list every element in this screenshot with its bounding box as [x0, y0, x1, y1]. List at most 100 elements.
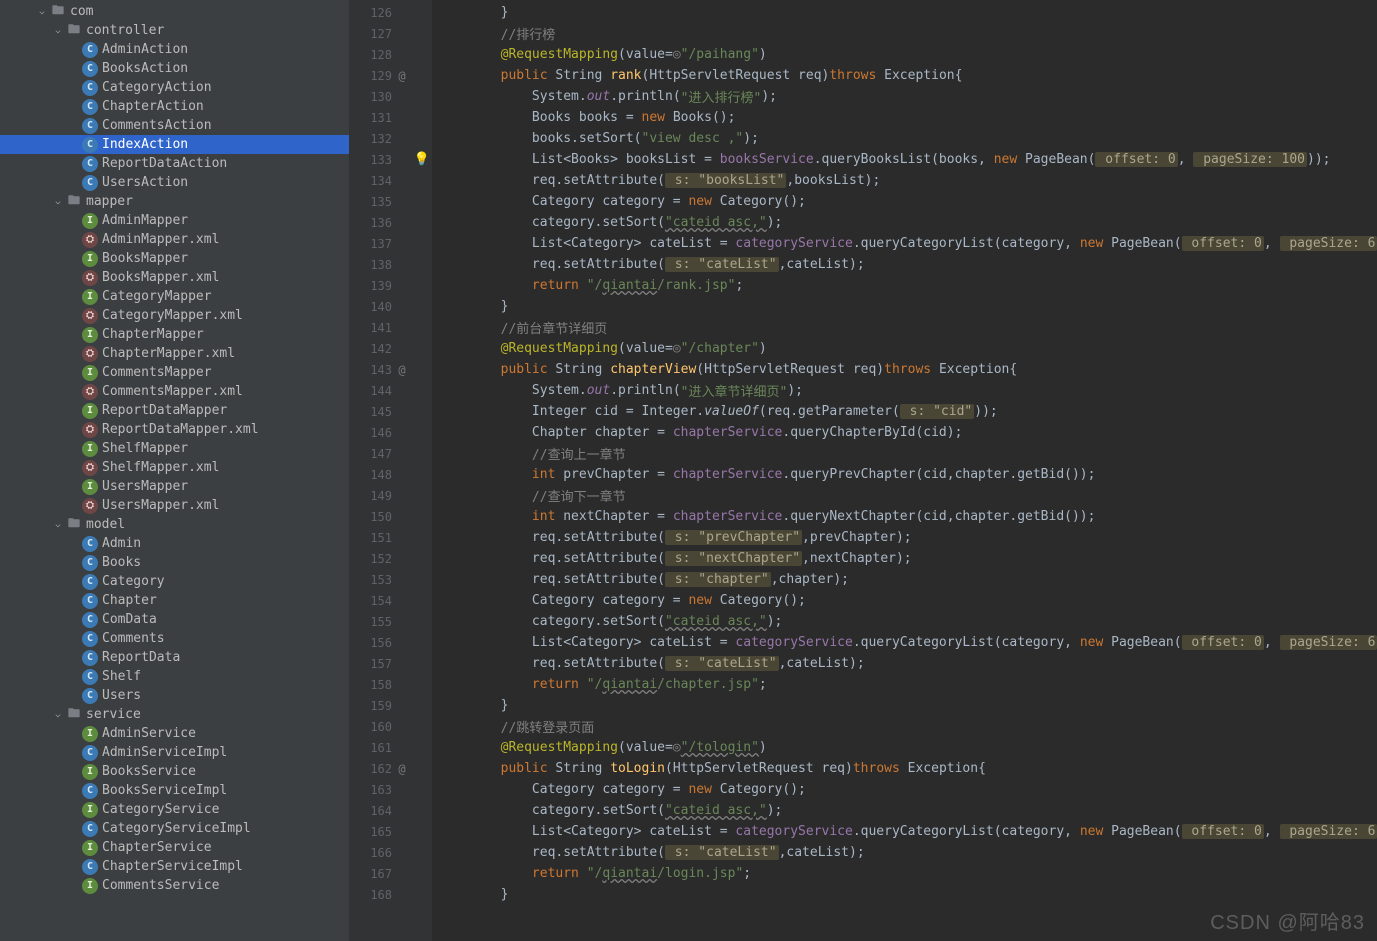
- code-line[interactable]: req.setAttribute( s: "cateList",cateList…: [432, 254, 1377, 275]
- code-line[interactable]: category.setSort("cateid asc,");: [432, 212, 1377, 233]
- code-line[interactable]: Chapter chapter = chapterService.queryCh…: [432, 422, 1377, 443]
- code-line[interactable]: req.setAttribute( s: "nextChapter",nextC…: [432, 548, 1377, 569]
- chevron-down-icon[interactable]: ⌵: [36, 7, 48, 17]
- code-line[interactable]: }: [432, 296, 1377, 317]
- tree-item-adminmapper-xml[interactable]: ›⛭AdminMapper.xml: [0, 230, 349, 249]
- code-line[interactable]: System.out.println("进入章节详细页");: [432, 380, 1377, 401]
- tree-item-indexaction[interactable]: ›CIndexAction: [0, 135, 349, 154]
- tree-item-books[interactable]: ›CBooks: [0, 553, 349, 572]
- code-line[interactable]: public String chapterView(HttpServletReq…: [432, 359, 1377, 380]
- tree-item-admin[interactable]: ›CAdmin: [0, 534, 349, 553]
- tree-item-commentsmapper[interactable]: ›ICommentsMapper: [0, 363, 349, 382]
- tree-item-reportdataaction[interactable]: ›CReportDataAction: [0, 154, 349, 173]
- code-line[interactable]: return "/qiantai/chapter.jsp";: [432, 674, 1377, 695]
- code-line[interactable]: category.setSort("cateid asc,");: [432, 611, 1377, 632]
- tree-item-chaptermapper-xml[interactable]: ›⛭ChapterMapper.xml: [0, 344, 349, 363]
- tree-item-shelf[interactable]: ›CShelf: [0, 667, 349, 686]
- code-line[interactable]: List<Category> cateList = categoryServic…: [432, 632, 1377, 653]
- tree-item-users[interactable]: ›CUsers: [0, 686, 349, 705]
- tree-item-chapter[interactable]: ›CChapter: [0, 591, 349, 610]
- code-line[interactable]: req.setAttribute( s: "booksList",booksLi…: [432, 170, 1377, 191]
- tree-item-com[interactable]: ⌵🖿com: [0, 2, 349, 21]
- tree-item-adminservice[interactable]: ›IAdminService: [0, 724, 349, 743]
- gutter-override-marker[interactable]: @: [392, 69, 412, 83]
- code-editor[interactable]: 126127128129@130131132133💡13413513613713…: [350, 0, 1377, 941]
- tree-item-booksmapper[interactable]: ›IBooksMapper: [0, 249, 349, 268]
- code-line[interactable]: Integer cid = Integer.valueOf(req.getPar…: [432, 401, 1377, 422]
- code-line[interactable]: List<Category> cateList = categoryServic…: [432, 233, 1377, 254]
- tree-item-shelfmapper-xml[interactable]: ›⛭ShelfMapper.xml: [0, 458, 349, 477]
- tree-item-reportdatamapper[interactable]: ›IReportDataMapper: [0, 401, 349, 420]
- tree-item-commentsaction[interactable]: ›CCommentsAction: [0, 116, 349, 135]
- tree-item-commentsservice[interactable]: ›ICommentsService: [0, 876, 349, 895]
- code-line[interactable]: List<Category> cateList = categoryServic…: [432, 821, 1377, 842]
- code-line[interactable]: Category category = new Category();: [432, 191, 1377, 212]
- code-line[interactable]: req.setAttribute( s: "cateList",cateList…: [432, 842, 1377, 863]
- code-line[interactable]: List<Books> booksList = booksService.que…: [432, 149, 1377, 170]
- tree-item-adminmapper[interactable]: ›IAdminMapper: [0, 211, 349, 230]
- tree-item-mapper[interactable]: ⌵🖿mapper: [0, 192, 349, 211]
- tree-item-booksserviceimpl[interactable]: ›CBooksServiceImpl: [0, 781, 349, 800]
- code-line[interactable]: //排行榜: [432, 23, 1377, 44]
- code-line[interactable]: req.setAttribute( s: "prevChapter",prevC…: [432, 527, 1377, 548]
- chevron-down-icon[interactable]: ⌵: [52, 197, 64, 207]
- code-line[interactable]: return "/qiantai/login.jsp";: [432, 863, 1377, 884]
- lightbulb-icon[interactable]: 💡: [412, 152, 432, 167]
- gutter-override-marker[interactable]: @: [392, 363, 412, 377]
- tree-item-adminserviceimpl[interactable]: ›CAdminServiceImpl: [0, 743, 349, 762]
- tree-item-model[interactable]: ⌵🖿model: [0, 515, 349, 534]
- tree-item-service[interactable]: ⌵🖿service: [0, 705, 349, 724]
- code-line[interactable]: }: [432, 884, 1377, 905]
- tree-item-adminaction[interactable]: ›CAdminAction: [0, 40, 349, 59]
- tree-item-usersaction[interactable]: ›CUsersAction: [0, 173, 349, 192]
- tree-item-chapterservice[interactable]: ›IChapterService: [0, 838, 349, 857]
- code-line[interactable]: //跳转登录页面: [432, 716, 1377, 737]
- code-line[interactable]: @RequestMapping(value=◎"/tologin"): [432, 737, 1377, 758]
- tree-item-reportdata[interactable]: ›CReportData: [0, 648, 349, 667]
- code-line[interactable]: //查询下一章节: [432, 485, 1377, 506]
- tree-item-categoryserviceimpl[interactable]: ›CCategoryServiceImpl: [0, 819, 349, 838]
- code-line[interactable]: req.setAttribute( s: "chapter",chapter);: [432, 569, 1377, 590]
- code-line[interactable]: //查询上一章节: [432, 443, 1377, 464]
- tree-item-chapteraction[interactable]: ›CChapterAction: [0, 97, 349, 116]
- code-line[interactable]: }: [432, 695, 1377, 716]
- code-line[interactable]: public String toLogin(HttpServletRequest…: [432, 758, 1377, 779]
- code-line[interactable]: Category category = new Category();: [432, 590, 1377, 611]
- code-area[interactable]: } //排行榜 @RequestMapping(value=◎"/paihang…: [432, 0, 1377, 941]
- code-line[interactable]: category.setSort("cateid asc,");: [432, 800, 1377, 821]
- code-line[interactable]: System.out.println("进入排行榜");: [432, 86, 1377, 107]
- code-line[interactable]: Category category = new Category();: [432, 779, 1377, 800]
- tree-item-reportdatamapper-xml[interactable]: ›⛭ReportDataMapper.xml: [0, 420, 349, 439]
- tree-item-comdata[interactable]: ›CComData: [0, 610, 349, 629]
- project-tree[interactable]: ⌵🖿com⌵🖿controller›CAdminAction›CBooksAct…: [0, 0, 350, 941]
- chevron-down-icon[interactable]: ⌵: [52, 26, 64, 36]
- code-line[interactable]: //前台章节详细页: [432, 317, 1377, 338]
- code-line[interactable]: int prevChapter = chapterService.queryPr…: [432, 464, 1377, 485]
- chevron-down-icon[interactable]: ⌵: [52, 710, 64, 720]
- gutter-override-marker[interactable]: @: [392, 762, 412, 776]
- tree-item-commentsmapper-xml[interactable]: ›⛭CommentsMapper.xml: [0, 382, 349, 401]
- tree-item-booksaction[interactable]: ›CBooksAction: [0, 59, 349, 78]
- tree-item-categorymapper[interactable]: ›ICategoryMapper: [0, 287, 349, 306]
- code-line[interactable]: @RequestMapping(value=◎"/chapter"): [432, 338, 1377, 359]
- tree-item-booksmapper-xml[interactable]: ›⛭BooksMapper.xml: [0, 268, 349, 287]
- code-line[interactable]: int nextChapter = chapterService.queryNe…: [432, 506, 1377, 527]
- tree-item-category[interactable]: ›CCategory: [0, 572, 349, 591]
- tree-item-shelfmapper[interactable]: ›IShelfMapper: [0, 439, 349, 458]
- code-line[interactable]: }: [432, 2, 1377, 23]
- tree-item-categoryservice[interactable]: ›ICategoryService: [0, 800, 349, 819]
- code-line[interactable]: return "/qiantai/rank.jsp";: [432, 275, 1377, 296]
- code-line[interactable]: books.setSort("view desc ,");: [432, 128, 1377, 149]
- tree-item-controller[interactable]: ⌵🖿controller: [0, 21, 349, 40]
- chevron-down-icon[interactable]: ⌵: [52, 520, 64, 530]
- code-line[interactable]: public String rank(HttpServletRequest re…: [432, 65, 1377, 86]
- tree-item-usersmapper-xml[interactable]: ›⛭UsersMapper.xml: [0, 496, 349, 515]
- tree-item-booksservice[interactable]: ›IBooksService: [0, 762, 349, 781]
- code-line[interactable]: @RequestMapping(value=◎"/paihang"): [432, 44, 1377, 65]
- tree-item-usersmapper[interactable]: ›IUsersMapper: [0, 477, 349, 496]
- tree-item-comments[interactable]: ›CComments: [0, 629, 349, 648]
- tree-item-chaptermapper[interactable]: ›IChapterMapper: [0, 325, 349, 344]
- code-line[interactable]: req.setAttribute( s: "cateList",cateList…: [432, 653, 1377, 674]
- tree-item-categorymapper-xml[interactable]: ›⛭CategoryMapper.xml: [0, 306, 349, 325]
- tree-item-chapterserviceimpl[interactable]: ›CChapterServiceImpl: [0, 857, 349, 876]
